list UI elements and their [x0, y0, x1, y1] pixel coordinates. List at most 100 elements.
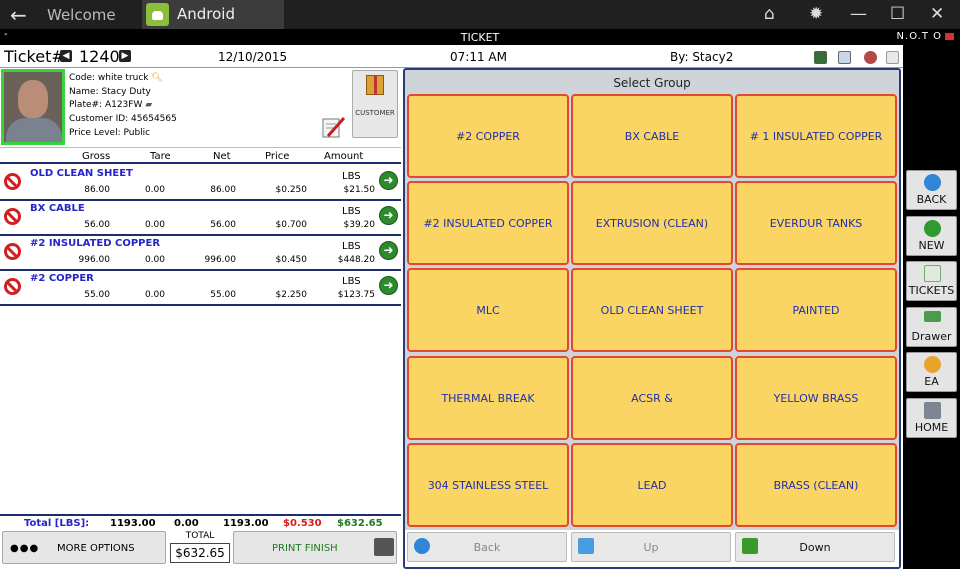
- group-button[interactable]: LEAD: [571, 443, 733, 527]
- ticket-line[interactable]: BX CABLE 56.00 0.00 56.00 $0.700 LBS $39…: [0, 201, 401, 236]
- line-amount: $39.20: [343, 220, 376, 230]
- customer-photo[interactable]: [1, 69, 65, 145]
- group-button[interactable]: #2 COPPER: [407, 94, 569, 178]
- line-tare: 0.00: [144, 255, 165, 265]
- group-button[interactable]: EXTRUSION (CLEAN): [571, 181, 733, 265]
- ticket-line[interactable]: #2 INSULATED COPPER 996.00 0.00 996.00 $…: [0, 236, 401, 271]
- line-price: $2.250: [275, 290, 308, 300]
- group-button[interactable]: # 1 INSULATED COPPER: [735, 94, 897, 178]
- col-net: Net: [213, 151, 231, 162]
- pencil-icon[interactable]: [886, 51, 899, 64]
- app-titlebar: ← Welcome Android ⌂ ✹ — ☐ ✕: [0, 0, 960, 29]
- printer-icon: [374, 538, 394, 556]
- group-button[interactable]: #2 INSULATED COPPER: [407, 181, 569, 265]
- line-tare: 0.00: [144, 185, 165, 195]
- group-button[interactable]: ACSR &: [571, 356, 733, 440]
- line-net: 996.00: [204, 255, 237, 265]
- group-button[interactable]: BX CABLE: [571, 94, 733, 178]
- nav-back-button[interactable]: BACK: [906, 170, 957, 210]
- line-price: $0.450: [275, 255, 308, 265]
- line-material: #2 INSULATED COPPER: [30, 238, 161, 249]
- edit-note-icon[interactable]: [320, 114, 346, 140]
- prev-ticket-icon[interactable]: ◀: [60, 50, 72, 62]
- more-options-button[interactable]: ●●● MORE OPTIONS: [2, 531, 166, 564]
- nav-back-label: BACK: [916, 193, 947, 206]
- line-net: 55.00: [210, 290, 236, 300]
- customer-info: Code: white truck 🔍︎ Name: Stacy Duty Pl…: [0, 68, 401, 148]
- tab-welcome[interactable]: Welcome: [47, 6, 116, 24]
- line-material: BX CABLE: [30, 203, 85, 214]
- nav-drawer-button[interactable]: Drawer: [906, 307, 957, 347]
- delete-icon[interactable]: [4, 278, 21, 295]
- tag-icon[interactable]: [864, 51, 877, 64]
- line-material: #2 COPPER: [30, 273, 94, 284]
- print-finish-button[interactable]: PRINT FINISH: [233, 531, 397, 564]
- col-gross: Gross: [82, 151, 111, 162]
- group-button[interactable]: OLD CLEAN SHEET: [571, 268, 733, 352]
- customer-price-level: Price Level: Public: [69, 127, 151, 138]
- group-button[interactable]: 304 STAINLESS STEEL: [407, 443, 569, 527]
- screen-title: TICKET: [460, 31, 500, 44]
- flag-icon: [945, 32, 954, 40]
- truck-icon: ▰: [145, 100, 153, 111]
- customer-name: Name: Stacy Duty: [69, 86, 151, 97]
- nav-new-button[interactable]: NEW: [906, 216, 957, 256]
- go-arrow-icon[interactable]: ➜: [379, 241, 398, 260]
- go-arrow-icon[interactable]: ➜: [379, 276, 398, 295]
- ticket-line[interactable]: #2 COPPER 55.00 0.00 55.00 $2.250 LBS $1…: [0, 271, 401, 306]
- delete-icon[interactable]: [4, 173, 21, 190]
- go-arrow-icon[interactable]: ➜: [379, 206, 398, 225]
- nav-tickets-button[interactable]: TICKETS: [906, 261, 957, 301]
- total-tare: 0.00: [174, 518, 199, 529]
- line-gross: 996.00: [78, 255, 111, 265]
- back-arrow-icon[interactable]: ←: [10, 3, 27, 27]
- customer-button[interactable]: CUSTOMER: [352, 70, 398, 138]
- nav-home-button[interactable]: HOME: [906, 398, 957, 438]
- group-button[interactable]: BRASS (CLEAN): [735, 443, 897, 527]
- tab-android[interactable]: Android: [142, 0, 284, 29]
- totals-row: Total [LBS]: 1193.00 0.00 1193.00 $0.530…: [0, 514, 401, 530]
- gift-icon: [366, 75, 384, 95]
- group-button[interactable]: PAINTED: [735, 268, 897, 352]
- go-arrow-icon[interactable]: ➜: [379, 171, 398, 190]
- group-pager: Back Up Down: [405, 530, 899, 567]
- line-net: 86.00: [210, 185, 236, 195]
- ticket-line[interactable]: OLD CLEAN SHEET 86.00 0.00 86.00 $0.250 …: [0, 166, 401, 201]
- total-gross: 1193.00: [110, 518, 156, 529]
- total-amount: $632.65: [337, 518, 383, 529]
- group-button[interactable]: YELLOW BRASS: [735, 356, 897, 440]
- total-price: $0.530: [283, 518, 322, 529]
- gear-icon[interactable]: ✹: [809, 4, 823, 24]
- group-up-button[interactable]: Up: [571, 532, 731, 562]
- maximize-icon[interactable]: ☐: [890, 4, 905, 24]
- delete-icon[interactable]: [4, 243, 21, 260]
- line-unit: LBS: [342, 171, 361, 182]
- document-icon[interactable]: [838, 51, 851, 64]
- group-back-label: Back: [473, 541, 501, 554]
- brand-text: N.O.T O: [896, 31, 942, 42]
- group-button[interactable]: MLC: [407, 268, 569, 352]
- ea-icon: [924, 356, 941, 373]
- line-unit: LBS: [342, 241, 361, 252]
- cash-icon: [924, 311, 941, 322]
- group-button[interactable]: THERMAL BREAK: [407, 356, 569, 440]
- minimize-icon[interactable]: —: [850, 4, 867, 24]
- nav-ea-button[interactable]: EA: [906, 352, 957, 392]
- customer-plate: Plate#: A123FW: [69, 100, 143, 111]
- gamepad-icon[interactable]: ⌂: [764, 4, 775, 24]
- photo-shirt: [6, 118, 62, 142]
- line-gross: 56.00: [84, 220, 110, 230]
- line-amount: $21.50: [343, 185, 376, 195]
- totals-label: Total [LBS]:: [24, 518, 90, 529]
- id-card-icon[interactable]: [814, 51, 827, 64]
- line-gross: 86.00: [84, 185, 110, 195]
- nav-ea-label: EA: [924, 375, 939, 388]
- group-button[interactable]: EVERDUR TANKS: [735, 181, 897, 265]
- group-back-button[interactable]: Back: [407, 532, 567, 562]
- delete-icon[interactable]: [4, 208, 21, 225]
- next-ticket-icon[interactable]: ▶: [119, 50, 131, 62]
- group-down-button[interactable]: Down: [735, 532, 895, 562]
- magnifier-icon[interactable]: 🔍︎: [151, 73, 162, 83]
- close-icon[interactable]: ✕: [930, 4, 944, 24]
- tickets-icon: [924, 265, 941, 282]
